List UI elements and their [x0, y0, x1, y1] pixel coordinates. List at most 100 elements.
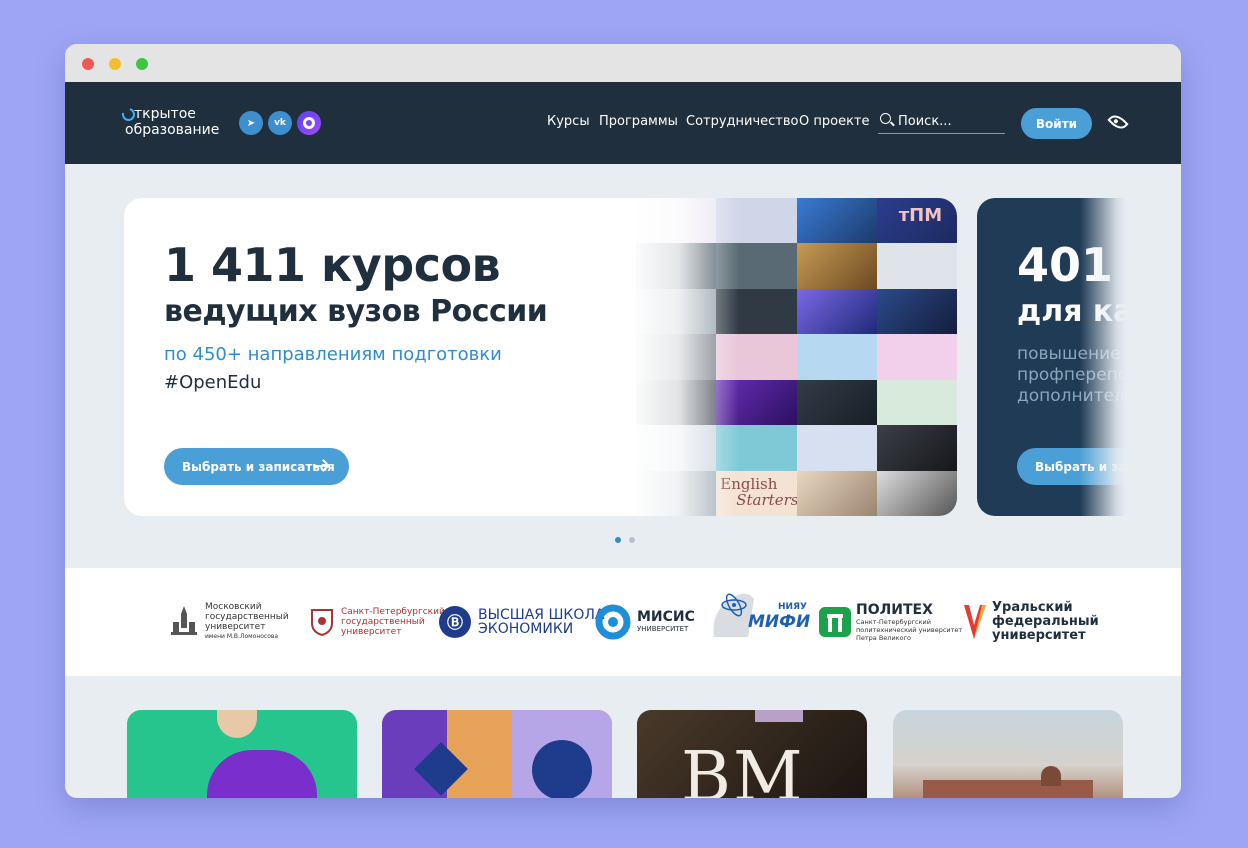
mosaic-tile: [876, 334, 957, 380]
hero-title: 1 411 курсов: [164, 238, 501, 292]
carousel-pager: [615, 528, 643, 547]
partner-hse[interactable]: Ⓑ ВЫСШАЯ ШКОЛА ЭКОНОМИКИ: [438, 598, 605, 646]
partner-text: ЭКОНОМИКИ: [478, 621, 574, 637]
site-header: ткрытое образование ➤ vk Курсы Программы…: [65, 82, 1181, 164]
polytech-emblem-icon: [819, 607, 851, 637]
arrow-right-icon: [315, 465, 327, 467]
partner-text: федеральный: [992, 614, 1099, 629]
course-card-hse[interactable]: [382, 710, 612, 798]
partner-misis-label: МИСИС УНИВЕРСИТЕТ: [637, 610, 695, 634]
nav-about[interactable]: О проекте: [799, 114, 870, 129]
partner-mephi[interactable]: НИЯУ МИФИ: [708, 592, 810, 640]
mosaic-tile: [796, 288, 877, 335]
course-card-finance[interactable]: [127, 710, 357, 798]
site-logo[interactable]: ткрытое образование: [119, 105, 232, 140]
partner-urfu[interactable]: Уральский федеральный университет: [962, 598, 1099, 646]
mosaic-tile: [796, 334, 877, 380]
partner-text: университет: [992, 628, 1086, 643]
partner-text: Московский: [205, 602, 262, 612]
partner-msu[interactable]: Московский государственный университет и…: [169, 598, 289, 646]
partner-text: ПОЛИТЕХ: [856, 601, 933, 618]
partner-text: имени М.В.Ломоносова: [205, 633, 279, 640]
partner-msu-label: Московский государственный университет и…: [205, 602, 289, 642]
slide-clip: [1125, 198, 1181, 516]
partner-text: ВЫСШАЯ ШКОЛА: [478, 607, 605, 623]
hero-cta-label: Выбрать и записаться: [182, 459, 335, 474]
mosaic-tile: [796, 425, 877, 471]
minimize-window-button[interactable]: [109, 58, 121, 70]
carousel-dot-1[interactable]: [615, 537, 621, 543]
partner-mephi-label: НИЯУ МИФИ: [748, 602, 810, 632]
slide-fade-overlay: [1080, 198, 1126, 516]
partner-text: МИФИ: [748, 612, 811, 632]
partner-text: университет: [341, 627, 402, 637]
search-input[interactable]: [898, 111, 998, 131]
partner-text: НИЯУ: [778, 602, 807, 612]
nav-cooperation[interactable]: Сотрудничество: [686, 114, 799, 129]
course-card-bm[interactable]: BM: [637, 710, 867, 798]
accessibility-eye-icon[interactable]: [1107, 111, 1129, 133]
search-box: [878, 110, 1005, 134]
partner-polytech-label: ПОЛИТЕХ Санкт-Петербургский политехничес…: [856, 601, 963, 642]
course-illustration: [755, 710, 803, 722]
partner-text: государственный: [341, 617, 425, 627]
mosaic-fade-overlay: [629, 198, 739, 516]
window-titlebar: [65, 44, 1181, 82]
rutube-icon[interactable]: [297, 111, 321, 135]
search-icon[interactable]: [880, 113, 891, 124]
course-illustration: [1041, 766, 1061, 786]
carousel-dot-2[interactable]: [629, 537, 635, 543]
partner-polytech[interactable]: ПОЛИТЕХ Санкт-Петербургский политехничес…: [818, 598, 962, 646]
svg-text:Ⓑ: Ⓑ: [447, 613, 463, 632]
spbu-emblem-icon: [311, 609, 333, 637]
course-illustration: [217, 710, 257, 738]
hero-slide-courses: 1 411 курсов ведущих вузов России по 450…: [124, 198, 957, 516]
course-illustration: [923, 780, 1093, 798]
nav-programs[interactable]: Программы: [599, 114, 678, 129]
partner-text: Санкт-Петербургский: [856, 617, 931, 626]
partner-urfu-label: Уральский федеральный университет: [992, 601, 1099, 643]
mosaic-tile: [796, 470, 877, 516]
partner-spbu-label: Санкт-Петербургский государственный унив…: [341, 607, 445, 637]
logo-text-line2: образование: [125, 122, 220, 138]
misis-emblem-icon: [595, 604, 631, 640]
partner-text: УНИВЕРСИТЕТ: [637, 625, 689, 633]
close-window-button[interactable]: [82, 58, 94, 70]
tile-label: Starters: [736, 490, 797, 509]
mosaic-tile: [876, 243, 957, 289]
partner-universities: Московский государственный университет и…: [65, 568, 1181, 676]
hero-hashtag: #OpenEdu: [164, 372, 262, 393]
maximize-window-button[interactable]: [136, 58, 148, 70]
partner-misis[interactable]: МИСИС УНИВЕРСИТЕТ: [595, 598, 695, 646]
course-illustration: [207, 750, 317, 798]
nav-courses[interactable]: Курсы: [547, 114, 590, 129]
mosaic-tile: [876, 470, 957, 516]
mosaic-tile: [876, 288, 957, 335]
hse-emblem-icon: Ⓑ: [439, 606, 471, 638]
tile-label: тПМ: [898, 205, 943, 226]
partner-text: университет: [205, 622, 266, 632]
urfu-emblem-icon: [964, 605, 986, 639]
logo-text-line1: ткрытое: [134, 106, 196, 122]
partner-text: Петра Великого: [856, 633, 911, 642]
partner-text: государственный: [205, 612, 289, 622]
hero-cta-button[interactable]: Выбрать и записаться: [164, 448, 349, 485]
vk-icon[interactable]: vk: [268, 111, 292, 135]
hero-directions: по 450+ направлениям подготовки: [164, 344, 502, 365]
mosaic-tile: [876, 379, 957, 426]
mosaic-tile: [796, 379, 877, 426]
partner-text: Уральский: [992, 600, 1073, 615]
msu-emblem-icon: [171, 606, 197, 635]
course-card-label: BM: [681, 738, 805, 798]
partner-text: политехнический университет: [856, 625, 963, 634]
browser-window: ткрытое образование ➤ vk Курсы Программы…: [65, 44, 1181, 798]
login-button[interactable]: Войти: [1021, 108, 1092, 139]
telegram-icon[interactable]: ➤: [239, 111, 263, 135]
partner-spbu[interactable]: Санкт-Петербургский государственный унив…: [309, 598, 445, 646]
course-card-architecture[interactable]: [893, 710, 1123, 798]
mosaic-tile: [796, 198, 877, 244]
mosaic-tile: [876, 425, 957, 471]
hero-subtitle: ведущих вузов России: [164, 294, 548, 329]
partner-text: Санкт-Петербургский: [341, 607, 445, 617]
partner-text: МИСИС: [637, 609, 695, 625]
